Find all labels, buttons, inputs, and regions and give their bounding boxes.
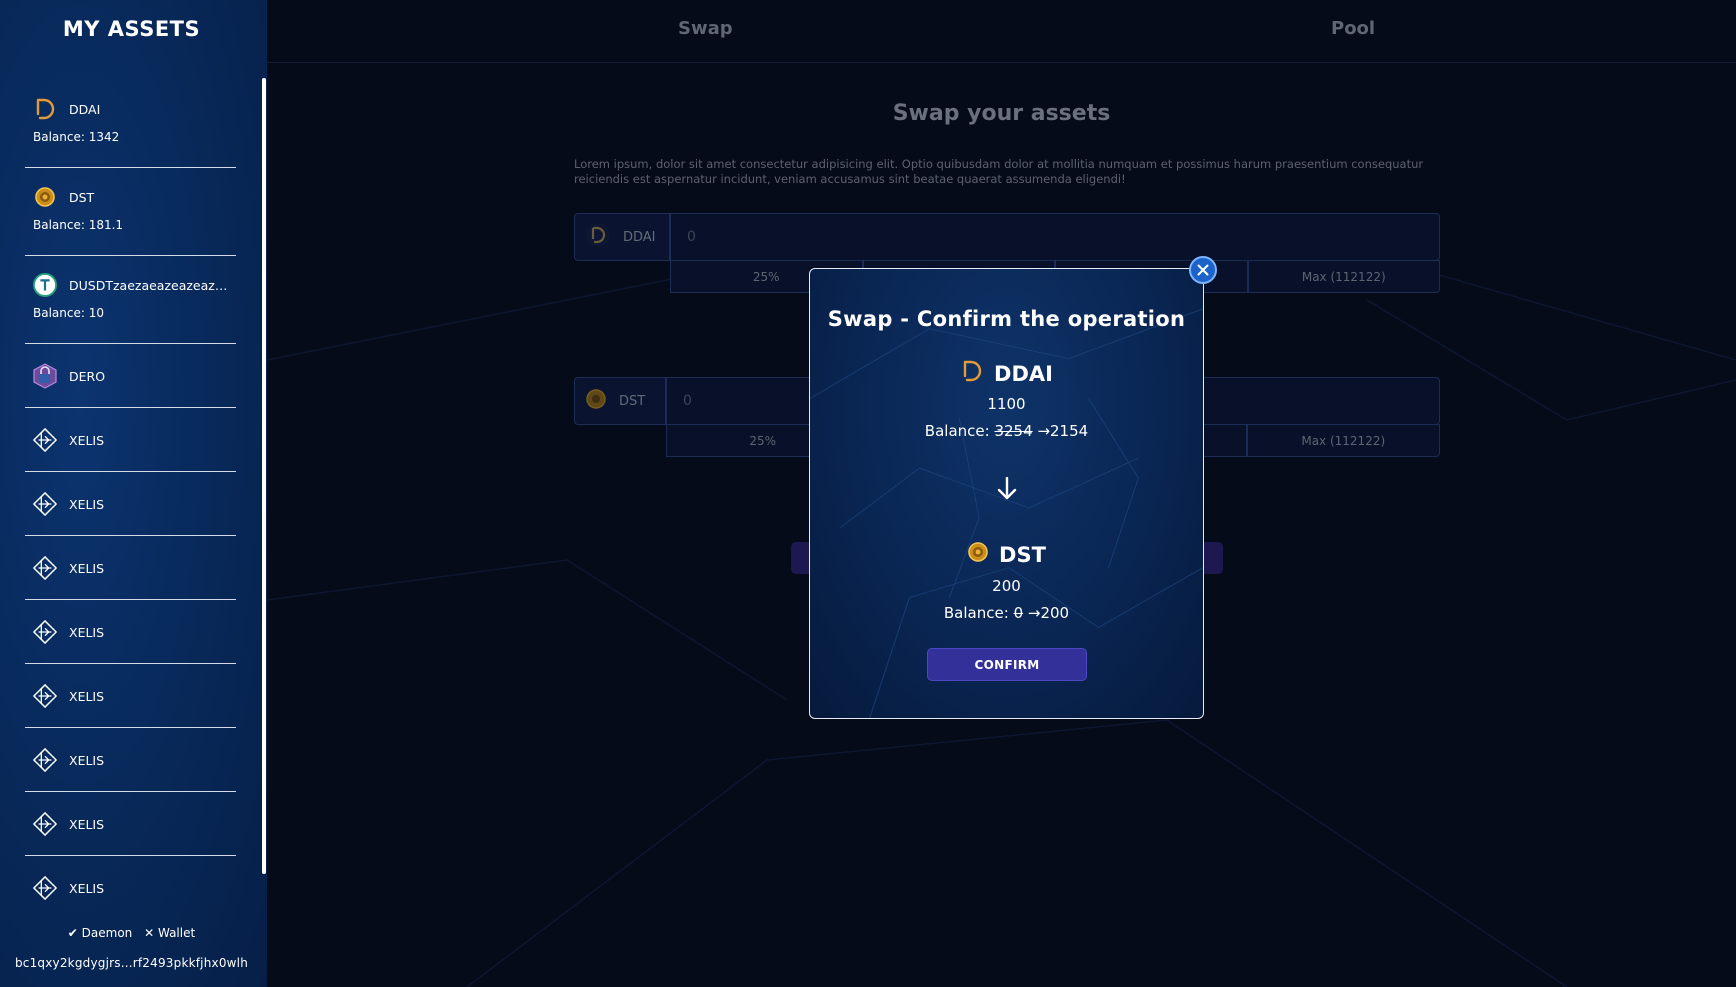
asset-item-dusdt[interactable]: DUSDTzaezaeazeazeazeazea Balance: 10 [25,256,236,344]
asset-item-xelis[interactable]: XELIS [25,600,236,664]
wallet-status: ✕ Wallet [144,926,196,940]
tether-icon [33,273,57,297]
ddai-icon [33,97,57,121]
arrow-right-icon: → [1037,422,1051,440]
xelis-icon [33,619,57,645]
asset-item-xelis[interactable]: XELIS [25,408,236,472]
old-balance: 3254 [994,422,1033,440]
dst-coin-icon [33,185,57,209]
confirm-button[interactable]: CONFIRM [927,648,1087,681]
ddai-icon [960,359,984,388]
asset-name: XELIS [69,433,105,448]
asset-balance: Balance: 181.1 [33,218,124,232]
asset-item-dero[interactable]: DERO [25,344,236,408]
modal-to-token: DST [810,541,1203,568]
wallet-address[interactable]: bc1qxy2kgdygjrs...rf2493pkkfjhx0wlh [0,956,263,970]
dero-icon [33,363,57,389]
modal-title: Swap - Confirm the operation [827,307,1186,331]
asset-item-xelis[interactable]: XELIS [25,728,236,792]
sidebar-scrollbar[interactable] [262,78,266,874]
confirm-modal: Swap - Confirm the operation DDAI 1100 B… [809,268,1204,719]
asset-balance: Balance: 10 [33,306,104,320]
dst-coin-icon [967,541,989,568]
old-balance: 0 [1013,604,1024,622]
modal-to-balance: Balance: 0 →200 [810,604,1203,622]
asset-list: DDAI Balance: 1342 DST Balance: 181.1 DU… [25,80,236,905]
asset-name: DST [69,190,95,205]
xelis-icon [33,875,57,901]
asset-name: XELIS [69,497,105,512]
asset-name: DDAI [69,102,101,117]
sidebar-title: MY ASSETS [62,17,201,41]
modal-to-amount: 200 [992,577,1021,595]
asset-item-dst[interactable]: DST Balance: 181.1 [25,168,236,256]
daemon-status: ✔ Daemon [67,926,133,940]
asset-name: DUSDTzaezaeazeazeazeazea [69,278,234,293]
xelis-icon [33,811,57,837]
asset-name: XELIS [69,561,105,576]
close-icon [1197,261,1209,280]
modal-from-amount: 1100 [987,395,1026,413]
modal-from-token-name: DDAI [994,361,1053,386]
asset-item-xelis[interactable]: XELIS [25,664,236,728]
balance-label: Balance: [924,422,990,440]
modal-to-token-name: DST [999,542,1046,567]
xelis-icon [33,491,57,517]
asset-item-xelis[interactable]: XELIS [25,536,236,600]
asset-item-xelis[interactable]: XELIS [25,856,236,905]
xelis-icon [33,683,57,709]
modal-from-token: DDAI [810,359,1203,388]
asset-name: XELIS [69,881,105,896]
arrow-down-icon [997,476,1017,505]
connection-status: ✔ Daemon ✕ Wallet [0,926,263,940]
asset-item-xelis[interactable]: XELIS [25,472,236,536]
xelis-icon [33,427,57,453]
asset-item-xelis[interactable]: XELIS [25,792,236,856]
modal-from-balance: Balance: 3254 →2154 [810,422,1203,440]
asset-name: DERO [69,369,106,384]
asset-name: XELIS [69,817,105,832]
asset-balance: Balance: 1342 [33,130,120,144]
close-button[interactable] [1189,256,1217,284]
asset-name: XELIS [69,753,105,768]
xelis-icon [33,747,57,773]
sidebar: MY ASSETS DDAI Balance: 1342 DST Balance… [0,0,267,987]
asset-name: XELIS [69,689,105,704]
arrow-right-icon: → [1027,604,1041,622]
asset-name: XELIS [69,625,105,640]
new-balance: 2154 [1050,422,1089,440]
new-balance: 200 [1040,604,1070,622]
xelis-icon [33,555,57,581]
asset-item-ddai[interactable]: DDAI Balance: 1342 [25,80,236,168]
balance-label: Balance: [943,604,1009,622]
